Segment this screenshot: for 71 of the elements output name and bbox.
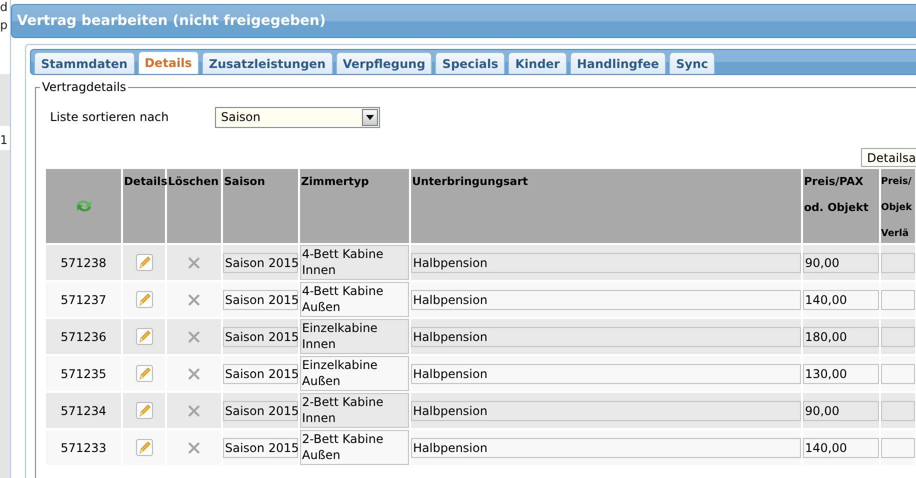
value-field[interactable]: Halbpension	[411, 438, 801, 458]
empty-field[interactable]	[881, 290, 915, 310]
column-header: Preis/PAX od. Objekt	[803, 169, 881, 243]
edit-icon[interactable]	[136, 439, 152, 456]
table-cell: 571238	[46, 245, 123, 280]
delete-icon[interactable]	[188, 404, 200, 416]
column-header: Saison	[223, 169, 300, 243]
value-field[interactable]: Halbpension	[411, 364, 801, 384]
tab[interactable]: Kinder	[508, 52, 567, 74]
value-field[interactable]: 2-Bett Kabine Außen	[300, 430, 409, 465]
fieldset-legend: Vertragdetails	[40, 80, 128, 94]
value-field[interactable]: Halbpension	[411, 326, 801, 346]
value-field[interactable]: 2-Bett Kabine Innen	[300, 393, 409, 428]
table-cell: 571233	[46, 430, 123, 465]
value-field[interactable]: Saison 2015	[223, 252, 298, 272]
edit-icon[interactable]	[136, 365, 152, 382]
edit-icon[interactable]	[136, 254, 152, 271]
value-field[interactable]: Halbpension	[411, 400, 801, 420]
value-field[interactable]: 90,00	[803, 400, 879, 420]
empty-field[interactable]	[881, 364, 915, 384]
tab[interactable]: Zusatzleistungen	[202, 52, 333, 74]
tab[interactable]: Sync	[669, 52, 716, 74]
value-field[interactable]: 180,00	[803, 326, 879, 346]
table-cell: 571234	[46, 393, 123, 428]
tab[interactable]: Stammdaten	[34, 52, 135, 74]
value-field[interactable]: Saison 2015	[223, 400, 298, 420]
value-field[interactable]: Saison 2015	[223, 364, 298, 384]
column-header: Unterbringungsart	[411, 169, 803, 243]
background-text: d	[0, 0, 8, 14]
table-cell: 571235	[46, 356, 123, 391]
delete-icon[interactable]	[188, 368, 200, 380]
sort-dropdown[interactable]: Saison	[215, 106, 380, 128]
delete-icon[interactable]	[188, 442, 200, 454]
table-cell: 571236	[46, 319, 123, 354]
edit-icon[interactable]	[136, 402, 152, 419]
tooltip: Detailsa	[861, 148, 916, 167]
value-field[interactable]: 130,00	[803, 364, 879, 384]
value-field[interactable]: Halbpension	[411, 290, 801, 310]
window-title: Vertrag bearbeiten (nicht freigegeben)	[11, 4, 916, 38]
column-header: Preis/ Objek Verlä	[881, 169, 916, 243]
value-field[interactable]: Saison 2015	[223, 326, 298, 346]
column-header: Details	[123, 169, 167, 243]
value-field[interactable]: 4-Bett Kabine Innen	[300, 245, 409, 280]
value-field[interactable]: Einzelkabine Außen	[300, 356, 409, 391]
value-field[interactable]: 140,00	[803, 438, 879, 458]
column-header: Zimmertyp	[300, 169, 411, 243]
value-field[interactable]: Saison 2015	[223, 438, 298, 458]
tab[interactable]: Specials	[435, 52, 506, 74]
tab[interactable]: Verpflegung	[336, 52, 432, 74]
delete-icon[interactable]	[188, 256, 200, 268]
delete-icon[interactable]	[188, 330, 200, 342]
empty-field[interactable]	[881, 252, 915, 272]
empty-field[interactable]	[881, 400, 915, 420]
value-field[interactable]: 140,00	[803, 290, 879, 310]
edit-icon[interactable]	[136, 328, 152, 345]
empty-field[interactable]	[881, 438, 915, 458]
sort-label: Liste sortieren nach	[49, 110, 170, 124]
delete-icon[interactable]	[188, 294, 200, 306]
background-text: 1	[0, 133, 8, 147]
edit-icon[interactable]	[136, 291, 152, 308]
caret-icon	[362, 108, 378, 126]
value-field[interactable]: Saison 2015	[223, 290, 298, 310]
value-field[interactable]: Einzelkabine Innen	[300, 319, 409, 354]
table-cell: 571237	[46, 282, 123, 317]
value-field[interactable]: 4-Bett Kabine Außen	[300, 282, 409, 317]
column-header: Löschen	[167, 169, 223, 243]
empty-field[interactable]	[881, 326, 915, 346]
background-text: p	[0, 18, 8, 32]
tab[interactable]: Handlingfee	[570, 52, 666, 74]
value-field[interactable]: Halbpension	[411, 252, 801, 272]
value-field[interactable]: 90,00	[803, 252, 879, 272]
